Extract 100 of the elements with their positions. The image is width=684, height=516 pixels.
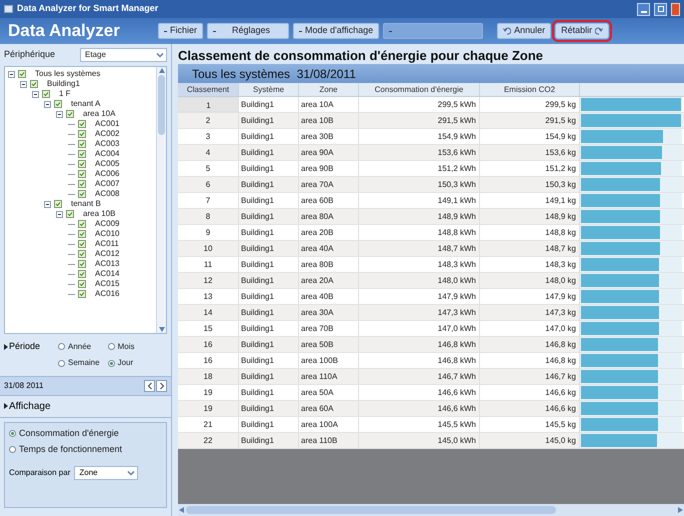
radio-button[interactable] xyxy=(108,343,115,350)
tree-item[interactable]: AC016 xyxy=(95,289,120,299)
checkbox[interactable] xyxy=(54,100,62,108)
tree-item[interactable]: AC003 xyxy=(95,139,120,149)
tree-item[interactable]: AC004 xyxy=(95,149,120,159)
expander-icon[interactable] xyxy=(8,70,15,78)
column-header[interactable]: Zone xyxy=(299,83,359,96)
tree-item[interactable]: area 10B xyxy=(83,209,116,219)
tree-item[interactable]: AC006 xyxy=(95,169,120,179)
table-cell: area 60A xyxy=(299,401,359,416)
checkbox[interactable] xyxy=(78,180,86,188)
checkbox[interactable] xyxy=(78,230,86,238)
compare-dropdown[interactable]: Zone xyxy=(74,466,138,480)
scrollbar[interactable] xyxy=(156,67,166,333)
scroll-thumb[interactable] xyxy=(186,506,556,514)
table-cell: Building1 xyxy=(239,161,299,176)
checkbox[interactable] xyxy=(54,200,62,208)
device-dropdown[interactable]: Etage xyxy=(80,48,167,62)
table-cell: 148,3 kWh xyxy=(359,257,480,272)
previous-button[interactable] xyxy=(144,380,155,392)
checkbox[interactable] xyxy=(78,220,86,228)
tree-item[interactable]: tenant A xyxy=(71,99,100,109)
checkbox[interactable] xyxy=(78,240,86,248)
radio-button[interactable] xyxy=(9,446,16,453)
checkbox[interactable] xyxy=(78,270,86,278)
radio-label[interactable]: Mois xyxy=(118,340,134,353)
radio-button[interactable] xyxy=(58,360,65,367)
expander-icon[interactable] xyxy=(44,100,51,108)
checkbox[interactable] xyxy=(78,150,86,158)
column-header[interactable]: Consommation d'énergie xyxy=(359,83,480,96)
scroll-thumb[interactable] xyxy=(158,75,165,135)
checkbox[interactable] xyxy=(78,130,86,138)
radio-label[interactable]: Année xyxy=(68,340,92,353)
expander-icon[interactable] xyxy=(44,200,51,208)
tree-item[interactable]: AC009 xyxy=(95,219,120,229)
tree-item[interactable]: AC005 xyxy=(95,159,120,169)
horizontal-scrollbar[interactable] xyxy=(178,504,684,516)
checkbox[interactable] xyxy=(78,160,86,168)
checkbox[interactable] xyxy=(78,280,86,288)
radio-label[interactable]: Jour xyxy=(118,357,134,370)
undo-button[interactable]: Annuler xyxy=(497,23,552,39)
tree-item[interactable]: Building1 xyxy=(47,79,80,89)
redo-button[interactable]: Rétablir xyxy=(555,23,610,39)
radio-label[interactable]: Semaine xyxy=(68,357,100,370)
menu-button[interactable]: Mode d'affichage xyxy=(293,23,380,39)
checkbox[interactable] xyxy=(30,80,38,88)
checkbox[interactable] xyxy=(78,120,86,128)
tree-item[interactable]: tenant B xyxy=(71,199,101,209)
next-button[interactable] xyxy=(156,380,167,392)
table-cell: area 70B xyxy=(299,321,359,336)
tree-item[interactable]: AC011 xyxy=(95,239,119,249)
column-header[interactable]: Emission CO2 xyxy=(480,83,580,96)
checkbox[interactable] xyxy=(78,170,86,178)
report-title: Classement de consommation d'énergie pour chaque Zone xyxy=(178,47,544,64)
radio-button[interactable] xyxy=(108,360,115,367)
tree-item[interactable]: AC012 xyxy=(95,249,120,259)
tree-item[interactable]: AC013 xyxy=(95,259,120,269)
close-button[interactable] xyxy=(671,2,680,16)
tree-item[interactable]: Tous les systèmes xyxy=(35,69,100,79)
table-cell: 9 xyxy=(178,225,239,240)
radio-label[interactable]: Consommation d'énergie xyxy=(19,427,119,440)
tree-item[interactable]: AC010 xyxy=(95,229,120,239)
radio-button[interactable] xyxy=(9,430,16,438)
tree-item[interactable]: AC007 xyxy=(95,179,120,189)
tree-item[interactable]: AC001 xyxy=(95,119,120,129)
tree-item[interactable]: AC015 xyxy=(95,279,120,289)
table-cell: Building1 xyxy=(239,433,299,448)
tree-item[interactable]: AC014 xyxy=(95,269,120,279)
menu-button[interactable]: Réglages xyxy=(207,23,290,39)
column-header[interactable]: Système xyxy=(239,83,299,96)
tree-item[interactable]: area 10A xyxy=(83,109,116,119)
checkbox[interactable] xyxy=(66,210,74,218)
checkbox[interactable] xyxy=(66,110,74,118)
table-cell: 154,9 kWh xyxy=(359,129,480,144)
checkbox[interactable] xyxy=(78,190,86,198)
tree-item[interactable]: 1 F xyxy=(59,89,71,99)
triangle-icon xyxy=(4,344,8,350)
table-cell: 147,0 kWh xyxy=(359,321,480,336)
radio-button[interactable] xyxy=(58,343,65,350)
table-cell: Building1 xyxy=(239,369,299,384)
checkbox[interactable] xyxy=(78,290,86,298)
minimize-button[interactable] xyxy=(637,2,650,16)
tree-item[interactable]: AC008 xyxy=(95,189,120,199)
table-cell: 146,8 kWh xyxy=(359,337,480,352)
table-cell: Building1 xyxy=(239,417,299,432)
checkbox[interactable] xyxy=(42,90,50,98)
expander-icon[interactable] xyxy=(56,110,63,118)
checkbox[interactable] xyxy=(78,260,86,268)
checkbox[interactable] xyxy=(78,140,86,148)
checkbox[interactable] xyxy=(78,250,86,258)
menu-button[interactable]: Fichier xyxy=(158,23,204,39)
column-header[interactable]: Classement xyxy=(178,83,239,96)
tree-item[interactable]: AC002 xyxy=(95,129,120,139)
expander-icon[interactable] xyxy=(56,210,63,218)
checkbox[interactable] xyxy=(18,70,26,78)
expander-icon[interactable] xyxy=(32,90,39,98)
expander-icon[interactable] xyxy=(20,80,27,88)
maximize-button[interactable] xyxy=(654,2,667,16)
radio-label[interactable]: Temps de fonctionnement xyxy=(19,442,122,456)
minimize-icon xyxy=(640,10,646,12)
